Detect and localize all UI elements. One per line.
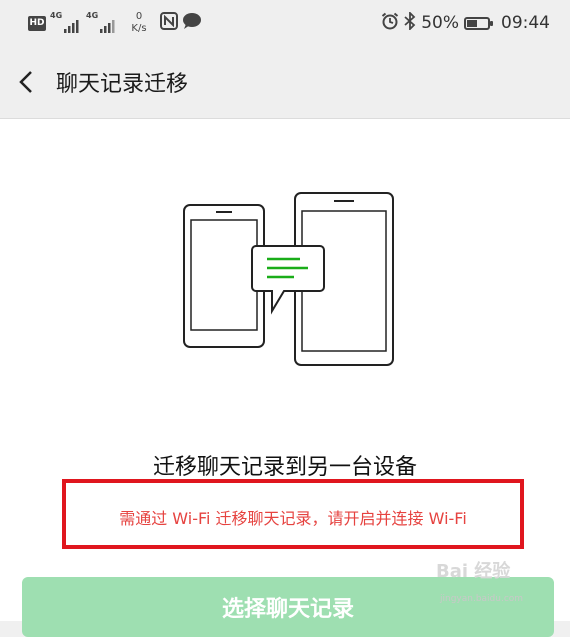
signal-icon: 4G — [50, 11, 82, 35]
sim1-label: 4G — [50, 11, 63, 20]
speed-value: 0 — [135, 11, 143, 22]
select-chat-records-button[interactable]: 选择聊天记录 — [22, 577, 554, 637]
page-title: 聊天记录迁移 — [56, 72, 189, 97]
status-right: 50% 09:44 — [381, 10, 550, 35]
status-bar: HD 4G 4G 0 K/s 50% 09:44 — [0, 0, 570, 46]
wifi-notice: 需通过 Wi-Fi 迁移聊天记录，请开启并连接 Wi-Fi — [119, 509, 467, 528]
transfer-heading: 迁移聊天记录到另一台设备 — [152, 455, 417, 480]
hd-icon: HD — [28, 15, 46, 31]
battery-icon — [464, 16, 493, 30]
baidu-watermark-url: jingyan.baidu.com — [440, 594, 524, 604]
nav-header: 聊天记录迁移 — [0, 46, 570, 119]
clock: 09:44 — [501, 13, 550, 33]
signal-icon-2: 4G — [86, 11, 118, 35]
back-button[interactable] — [14, 68, 38, 96]
phone-transfer-illustration — [183, 192, 394, 366]
back-arrow-icon — [19, 71, 32, 93]
highlight-box: 需通过 Wi-Fi 迁移聊天记录，请开启并连接 Wi-Fi — [62, 479, 524, 549]
speed-unit: K/s — [131, 23, 147, 34]
sim2-label: 4G — [86, 11, 99, 20]
status-left: HD 4G 4G 0 K/s — [28, 11, 202, 35]
battery-percent: 50% — [421, 13, 459, 33]
baidu-watermark-logo: Bai 经验 — [436, 561, 511, 582]
alarm-icon — [381, 12, 399, 34]
message-icon — [182, 12, 202, 34]
network-speed: 0 K/s — [128, 11, 150, 35]
main-content: 迁移聊天记录到另一台设备 需通过 Wi-Fi 迁移聊天记录，请开启并连接 Wi-… — [0, 119, 570, 637]
nfc-icon — [160, 12, 178, 34]
bluetooth-icon — [404, 10, 416, 34]
